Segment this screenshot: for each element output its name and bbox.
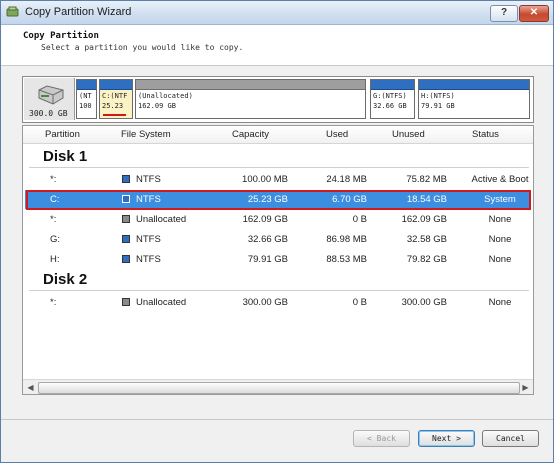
scroll-right-icon[interactable]: ▶	[519, 381, 532, 394]
disk-map-partition-g[interactable]: G:(NTFS) 32.66 GB	[370, 79, 415, 119]
disk-map-partition-h[interactable]: H:(NTFS) 79.91 GB	[418, 79, 530, 119]
cell-partition: *:	[50, 214, 57, 225]
partition-usage-bar	[77, 80, 96, 90]
cancel-button[interactable]: Cancel	[482, 430, 539, 447]
divider	[29, 290, 529, 291]
cell-used: 88.53 MB	[326, 254, 367, 265]
step-title: Copy Partition	[23, 31, 99, 41]
cell-partition: H:	[50, 254, 60, 265]
hard-disk-icon	[38, 85, 64, 105]
step-subtitle: Select a partition you would like to cop…	[41, 43, 244, 52]
disk-group-header: Disk 1	[43, 148, 88, 165]
column-header-unused[interactable]: Unused	[392, 129, 425, 140]
horizontal-scrollbar[interactable]: ◀ ▶	[23, 379, 533, 394]
cell-status: None	[488, 234, 512, 245]
partition-label: (NT	[79, 92, 92, 100]
close-button[interactable]: ✕	[519, 5, 549, 22]
cell-unused: 300.00 GB	[401, 297, 447, 308]
disk-map-disk-cell[interactable]: 300.0 GB	[24, 78, 75, 120]
cell-unused: 75.82 MB	[406, 174, 447, 185]
disk-map-partition-unallocated[interactable]: (Unallocated) 162.09 GB	[135, 79, 366, 119]
table-row[interactable]: *: Unallocated 300.00 GB 0 B 300.00 GB None	[25, 293, 531, 312]
cell-used: 0 B	[352, 214, 367, 225]
partition-size: 32.66 GB	[373, 102, 407, 110]
cell-file-system: Unallocated	[136, 214, 187, 225]
partition-size: 25.23	[102, 102, 124, 110]
next-button[interactable]: Next >	[418, 430, 475, 447]
cell-used: 86.98 MB	[326, 234, 367, 245]
cell-file-system: NTFS	[136, 254, 161, 265]
help-button[interactable]: ?	[490, 5, 518, 22]
disk-map: 300.0 GB (NT 100 C:(NTF 25.23 (Unallocat…	[22, 76, 534, 123]
partition-label: H:(NTFS)	[421, 92, 455, 100]
scrollbar-thumb[interactable]	[38, 382, 520, 394]
table-row[interactable]: *: NTFS 100.00 MB 24.18 MB 75.82 MB Active & …	[25, 170, 531, 189]
column-header-partition[interactable]: Partition	[45, 129, 80, 140]
file-system-color-icon	[122, 255, 130, 263]
cell-used: 0 B	[352, 297, 367, 308]
wizard-app-icon	[6, 6, 19, 17]
disk-group-header: Disk 2	[43, 271, 88, 288]
cell-capacity: 100.00 MB	[242, 174, 288, 185]
wizard-header: Copy Partition Select a partition you wo…	[1, 25, 553, 66]
partition-size: 79.91 GB	[421, 102, 455, 110]
cell-unused: 79.82 GB	[406, 254, 447, 265]
column-header-status[interactable]: Status	[472, 129, 499, 140]
cell-unused: 32.58 GB	[406, 234, 447, 245]
partition-size: 162.09 GB	[138, 102, 176, 110]
partition-label: G:(NTFS)	[373, 92, 407, 100]
cell-file-system: Unallocated	[136, 297, 187, 308]
file-system-color-icon	[122, 215, 130, 223]
title-bar[interactable]: Copy Partition Wizard ? ✕	[1, 1, 553, 25]
cell-file-system: NTFS	[136, 234, 161, 245]
partition-size: 100	[79, 102, 92, 110]
table-row[interactable]: H: NTFS 79.91 GB 88.53 MB 79.82 GB None	[25, 250, 531, 269]
cell-unused: 162.09 GB	[401, 214, 447, 225]
cell-partition: *:	[50, 297, 57, 308]
cell-used: 24.18 MB	[326, 174, 367, 185]
selection-underline	[103, 114, 126, 116]
file-system-color-icon	[122, 298, 130, 306]
partition-usage-bar	[371, 80, 414, 90]
column-header-capacity[interactable]: Capacity	[232, 129, 269, 140]
divider	[1, 419, 553, 420]
cell-capacity: 79.91 GB	[247, 254, 288, 265]
divider	[29, 167, 529, 168]
cell-status: None	[488, 297, 512, 308]
cell-partition: G:	[50, 234, 61, 245]
cell-status: None	[488, 214, 512, 225]
table-header: Partition File System Capacity Used Unus…	[23, 126, 533, 144]
cell-status: None	[488, 254, 512, 265]
copy-partition-window: Copy Partition Wizard ? ✕ Copy Partition…	[0, 0, 554, 463]
disk-size-label: 300.0 GB	[29, 109, 68, 118]
partition-usage-bar	[419, 80, 529, 90]
cell-file-system: NTFS	[136, 174, 161, 185]
cell-capacity: 162.09 GB	[242, 214, 288, 225]
partition-label: C:(NTF	[102, 92, 128, 100]
column-header-used[interactable]: Used	[326, 129, 348, 140]
scroll-left-icon[interactable]: ◀	[24, 381, 37, 394]
cell-capacity: 300.00 GB	[242, 297, 288, 308]
cell-capacity: 32.66 GB	[247, 234, 288, 245]
disk-map-partition-c[interactable]: C:(NTF 25.23	[99, 79, 133, 119]
partition-usage-bar	[136, 80, 365, 90]
disk-map-partition-system-reserved[interactable]: (NT 100	[76, 79, 97, 119]
cell-status: Active & Boot	[471, 174, 529, 185]
partition-usage-bar	[100, 80, 132, 90]
column-header-file-system[interactable]: File System	[121, 129, 171, 140]
table-row[interactable]: *: Unallocated 162.09 GB 0 B 162.09 GB None	[25, 210, 531, 229]
partition-table: Partition File System Capacity Used Unus…	[22, 125, 534, 395]
table-row[interactable]: G: NTFS 32.66 GB 86.98 MB 32.58 GB None	[25, 230, 531, 249]
selected-row-highlight	[26, 190, 531, 210]
back-button[interactable]: < Back	[353, 430, 410, 447]
file-system-color-icon	[122, 235, 130, 243]
window-title: Copy Partition Wizard	[25, 6, 132, 18]
partition-label: (Unallocated)	[138, 92, 193, 100]
cell-partition: *:	[50, 174, 57, 185]
file-system-color-icon	[122, 175, 130, 183]
